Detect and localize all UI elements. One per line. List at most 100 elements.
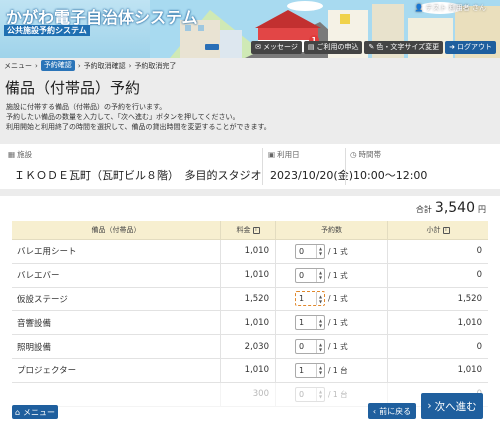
logout-button[interactable]: ➜ ログアウト bbox=[445, 41, 496, 54]
item-name: 音響設備 bbox=[12, 311, 221, 335]
table-row: 照明設備 2,030 0 ▲ ▼/ 1 式 0 bbox=[12, 335, 488, 359]
facility-name: ＩＫＯＤＥ瓦町（瓦町ビル８階） 多目的スタジオ bbox=[14, 169, 262, 182]
next-button[interactable]: › 次へ進む bbox=[421, 393, 483, 419]
back-button[interactable]: ‹ 前に戻る bbox=[368, 403, 416, 419]
page-description: 施設に付帯する備品（付帯品）の予約を行います。 予約したい備品の数量を入力して、… bbox=[6, 103, 271, 131]
item-fee: 1,010 bbox=[221, 358, 276, 382]
divider bbox=[262, 148, 263, 185]
header-qty: 予約数 bbox=[276, 221, 388, 239]
header-fee[interactable]: 料金 i bbox=[221, 221, 276, 239]
spinner-arrows-icon[interactable]: ▲ ▼ bbox=[316, 316, 324, 330]
item-quantity: 0 ▲ ▼/ 1 式 bbox=[276, 240, 388, 263]
chevron-right-icon: › bbox=[427, 400, 432, 412]
quantity-value[interactable]: 0 bbox=[296, 247, 316, 256]
equipment-panel: 合計 3,540 円 備品（付帯品） 料金 i 予約数 小計 i バレエ用シート 1,… bbox=[0, 196, 500, 425]
table-row: 300 0▲▼/ 1 台 0 bbox=[12, 382, 488, 407]
item-name: 仮設ステージ bbox=[12, 287, 221, 311]
page-title: 備品（付帯品）予約 bbox=[5, 79, 141, 97]
item-name: バレエ用シート bbox=[12, 240, 221, 263]
applications-button[interactable]: ▤ ご利用の申込 bbox=[303, 41, 363, 54]
quantity-value[interactable]: 0 bbox=[296, 271, 316, 280]
total-amount: 3,540 bbox=[434, 200, 475, 216]
breadcrumb-menu[interactable]: メニュー bbox=[4, 61, 32, 71]
quantity-unit: / 1 式 bbox=[328, 294, 348, 304]
building-icon: ▦ bbox=[8, 150, 16, 159]
time-label: ◷ 時間帯 bbox=[350, 150, 382, 159]
breadcrumb-reservation-confirm[interactable]: 予約確認 bbox=[40, 60, 75, 71]
quantity-stepper[interactable]: 1 ▲ ▼ bbox=[295, 315, 325, 331]
user-icon: 👤 bbox=[414, 4, 424, 12]
item-fee: 300 bbox=[221, 382, 276, 406]
spinner-arrows-icon[interactable]: ▲ ▼ bbox=[316, 387, 324, 401]
quantity-value[interactable]: 0 bbox=[296, 342, 316, 351]
divider bbox=[345, 148, 346, 185]
table-row: バレエバー 1,010 0 ▲ ▼/ 1 式0 bbox=[12, 263, 488, 288]
spinner-arrows-icon[interactable]: ▲ ▼ bbox=[316, 244, 324, 258]
table-header: 備品（付帯品） 料金 i 予約数 小計 i bbox=[12, 221, 488, 240]
table-row: 仮設ステージ 1,520 1 ▲ ▼/ 1 式 1,520 bbox=[12, 287, 488, 312]
reservation-info-panel: ▦ 施設 ＩＫＯＤＥ瓦町（瓦町ビル８階） 多目的スタジオ ▣ 利用日 2023/10… bbox=[0, 144, 500, 189]
logout-icon: ➜ bbox=[449, 43, 455, 51]
table-row: 音響設備 1,010 1 ▲ ▼/ 1 式 1,010 bbox=[12, 311, 488, 336]
user-name: 👤 テスト 利用者 さん bbox=[414, 4, 486, 12]
quantity-stepper[interactable]: 0 ▲ ▼ bbox=[295, 339, 325, 355]
date-value: 2023/10/20(金) bbox=[270, 169, 353, 182]
chevron-right-icon: › bbox=[77, 61, 81, 70]
spinner-arrows-icon[interactable]: ▲ ▼ bbox=[316, 292, 324, 306]
item-subtotal: 1,520 bbox=[457, 293, 482, 304]
info-icon: i bbox=[442, 226, 450, 234]
facility-label: ▦ 施設 bbox=[8, 150, 33, 159]
pencil-icon: ✎ bbox=[368, 43, 375, 51]
quantity-stepper[interactable]: 0 ▲ ▼ bbox=[295, 267, 325, 283]
site-subtitle: 公共施設予約システム bbox=[4, 25, 90, 36]
item-subtotal: 1,010 bbox=[457, 365, 482, 376]
calendar-icon: ▣ bbox=[268, 150, 276, 159]
header-item: 備品（付帯品） bbox=[12, 221, 221, 239]
item-quantity: 1 ▲ ▼/ 1 台 bbox=[276, 358, 388, 382]
item-subtotal: 0 bbox=[476, 246, 482, 257]
item-fee: 2,030 bbox=[221, 335, 276, 358]
color-text-size-button[interactable]: ✎ 色・文字サイズ変更 bbox=[364, 41, 444, 54]
clock-icon: ◷ bbox=[350, 150, 357, 159]
item-subtotal: 1,010 bbox=[457, 317, 482, 328]
quantity-value[interactable]: 1 bbox=[296, 366, 316, 375]
total-label: 合計 bbox=[415, 205, 432, 214]
item-quantity: 0 ▲ ▼/ 1 式 bbox=[276, 263, 388, 287]
spinner-arrows-icon[interactable]: ▲ ▼ bbox=[316, 340, 324, 354]
quantity-unit: / 1 台 bbox=[328, 365, 348, 375]
spinner-arrows-icon[interactable]: ▲ ▼ bbox=[316, 363, 324, 377]
breadcrumb-cancel-complete[interactable]: 予約取消完了 bbox=[134, 61, 176, 71]
breadcrumb-cancel-confirm[interactable]: 予約取消確認 bbox=[84, 61, 126, 71]
quantity-stepper[interactable]: 0 ▲ ▼ bbox=[295, 386, 325, 402]
header-subtotal[interactable]: 小計 i bbox=[388, 221, 488, 239]
quantity-stepper[interactable]: 1 ▲ ▼ bbox=[295, 362, 325, 378]
item-name bbox=[12, 382, 221, 406]
item-name: バレエバー bbox=[12, 263, 221, 287]
item-fee: 1,010 bbox=[221, 240, 276, 263]
item-fee: 1,010 bbox=[221, 311, 276, 335]
header-buttons: ✉ メッセージ ▤ ご利用の申込 ✎ 色・文字サイズ変更 ➜ ログアウト bbox=[251, 41, 496, 54]
table-row: バレエ用シート 1,010 0 ▲ ▼/ 1 式0 bbox=[12, 240, 488, 264]
breadcrumb: メニュー › 予約確認 › 予約取消確認 › 予約取消完了 bbox=[0, 58, 500, 73]
quantity-value[interactable]: 1 bbox=[296, 318, 316, 327]
quantity-stepper[interactable]: 1 ▲ ▼ bbox=[295, 291, 325, 307]
spinner-arrows-icon[interactable]: ▲ ▼ bbox=[316, 268, 324, 282]
equipment-table: 備品（付帯品） 料金 i 予約数 小計 i バレエ用シート 1,010 0 ▲ ▼/ 1 式… bbox=[12, 221, 488, 407]
chat-icon: ✉ bbox=[255, 43, 261, 51]
item-quantity: 1 ▲ ▼/ 1 式 bbox=[276, 287, 388, 311]
item-subtotal: 0 bbox=[476, 270, 482, 281]
item-quantity: 0 ▲ ▼/ 1 式 bbox=[276, 335, 388, 358]
menu-button[interactable]: ⌂ メニュー bbox=[12, 405, 58, 419]
quantity-value[interactable]: 0 bbox=[296, 390, 316, 399]
home-icon: ⌂ bbox=[14, 407, 21, 417]
quantity-unit: / 1 式 bbox=[328, 342, 348, 352]
quantity-value[interactable]: 1 bbox=[296, 294, 316, 303]
message-button[interactable]: ✉ メッセージ bbox=[251, 41, 302, 54]
chevron-right-icon: › bbox=[35, 61, 38, 70]
quantity-stepper[interactable]: 0 ▲ ▼ bbox=[295, 243, 325, 259]
item-name: 照明設備 bbox=[12, 335, 221, 358]
date-label: ▣ 利用日 bbox=[268, 150, 300, 159]
chevron-left-icon: ‹ bbox=[372, 406, 377, 416]
quantity-unit: / 1 式 bbox=[328, 270, 348, 280]
table-row: プロジェクター 1,010 1 ▲ ▼/ 1 台 1,010 bbox=[12, 358, 488, 383]
